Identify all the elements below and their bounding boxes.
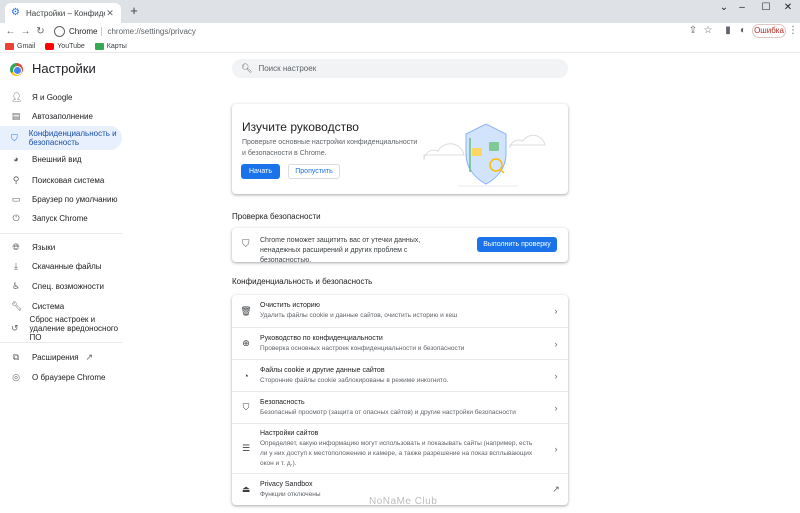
guide-illustration xyxy=(423,123,546,187)
person-icon: 👤︎ xyxy=(11,91,23,102)
trash-icon: 🗑︎ xyxy=(240,305,252,316)
open-in-new-icon: ↗ xyxy=(552,484,560,494)
sidebar-item-extensions[interactable]: ⧉ Расширения ↗ xyxy=(0,350,122,364)
guide-title: Изучите руководство xyxy=(242,120,359,134)
bookmark-star-icon[interactable]: ☆ xyxy=(701,23,715,39)
safety-check-card: ⛉ Chrome поможет защитить вас от утечки … xyxy=(232,228,568,264)
wrench-icon: 🔧︎ xyxy=(11,300,23,311)
page-title: Настройки xyxy=(32,61,96,76)
site-settings-row[interactable]: ☰ Настройки сайтов Определяет, какую инфо… xyxy=(232,423,568,473)
safety-check-text: Chrome поможет защитить вас от утечки да… xyxy=(260,237,421,264)
tab-title: Настройки – Конфиденциальн xyxy=(26,8,105,18)
sidebar-item-accessibility[interactable]: ♿︎ Спец. возможности xyxy=(0,279,122,293)
sidebar-item-appearance[interactable]: ◕ Внешний вид xyxy=(0,152,122,166)
maps-icon xyxy=(94,42,104,50)
shield-icon: ⛉ xyxy=(11,132,18,143)
chevron-right-icon: › xyxy=(554,443,558,454)
clear-browsing-data-row[interactable]: 🗑︎ Очистить историю Удалить файлы cookie … xyxy=(232,295,568,327)
tune-icon: ☰ xyxy=(241,443,251,453)
sidebar-item-on-startup[interactable]: ⏻ Запуск Chrome xyxy=(0,211,122,225)
sidebar-item-reset[interactable]: ↺ Сброс настроек и удаление вредоносного… xyxy=(0,315,122,342)
youtube-icon xyxy=(45,42,55,50)
sidebar-item-privacy[interactable]: ⛉ Конфиденциальность и безопасность xyxy=(0,126,122,150)
bookmarks-bar: Gmail YouTube Карты xyxy=(0,40,800,52)
accessibility-icon: ♿︎ xyxy=(11,280,21,291)
chrome-logo-icon xyxy=(10,63,23,76)
sidebar-item-downloads[interactable]: ⤓ Скачанные файлы xyxy=(0,259,122,273)
bookmark-youtube[interactable]: YouTube xyxy=(45,42,85,50)
search-icon: 🔍︎ xyxy=(241,63,253,73)
error-button[interactable]: Ошибка xyxy=(752,24,786,38)
sidebar-item-system[interactable]: 🔧︎ Система xyxy=(0,299,122,313)
start-guide-button[interactable]: Начать xyxy=(241,164,280,179)
power-icon: ⏻ xyxy=(12,212,20,223)
guide-description: Проверьте основные настройки конфиденциа… xyxy=(242,139,418,157)
privacy-settings-card: 🗑︎ Очистить историю Удалить файлы cookie … xyxy=(232,295,568,505)
security-row[interactable]: ⛉ Безопасность Безопасный просмотр (защит… xyxy=(232,391,568,423)
new-tab-button[interactable]: + xyxy=(127,4,141,18)
flask-icon: ⏏ xyxy=(241,484,251,494)
autofill-icon: ▤ xyxy=(11,110,21,121)
shield-check-icon: ⛉ xyxy=(242,239,250,250)
sidebar-item-about-chrome[interactable]: ◎ О браузере Chrome xyxy=(0,370,122,384)
sidebar-item-languages[interactable]: 🌐︎ Языки xyxy=(0,240,122,254)
tab-strip: ⚙ Настройки – Конфиденциальн ✕ + ⌄ – ☐ ✕ xyxy=(0,0,800,23)
forward-button[interactable]: → xyxy=(18,24,33,39)
sidebar-divider xyxy=(0,342,122,343)
address-divider xyxy=(101,26,103,36)
shield-icon: ⛉ xyxy=(242,402,250,412)
minimize-button[interactable]: – xyxy=(730,0,754,18)
gear-icon: ⚙ xyxy=(11,7,20,18)
window-close-button[interactable]: ✕ xyxy=(776,0,800,18)
maximize-button[interactable]: ☐ xyxy=(754,0,778,18)
chevron-right-icon: › xyxy=(554,402,558,413)
sidebar-item-default-browser[interactable]: ▭ Браузер по умолчанию xyxy=(0,192,122,206)
reload-button[interactable]: ↻ xyxy=(33,24,48,39)
reset-icon: ↺ xyxy=(11,322,19,333)
search-input[interactable] xyxy=(258,64,539,73)
watermark-text: NoNaMe Club xyxy=(369,496,438,507)
profile-icon[interactable]: ◐ xyxy=(736,23,750,39)
skip-guide-button[interactable]: Пропустить xyxy=(288,164,340,179)
puzzle-icon: ⧉ xyxy=(12,351,20,362)
cookie-icon: ◔ xyxy=(243,370,249,381)
toolbar: ← → ↻ Chrome chrome://settings/privacy ⇪… xyxy=(0,23,800,39)
url-text[interactable]: chrome://settings/privacy xyxy=(107,27,195,36)
search-icon: ⚲ xyxy=(12,174,20,185)
sidebar-item-autofill[interactable]: ▤ Автозаполнение xyxy=(0,109,122,123)
gmail-icon xyxy=(5,42,14,50)
sidebar-divider xyxy=(0,233,122,234)
toolbar-divider xyxy=(0,52,800,53)
site-name: Chrome xyxy=(69,26,98,36)
privacy-guide-promo-card: Изучите руководство Проверьте основные н… xyxy=(232,104,568,194)
chevron-right-icon: › xyxy=(554,306,558,316)
download-icon: ⤓ xyxy=(14,260,18,271)
privacy-security-heading: Конфиденциальность и безопасность xyxy=(232,277,373,286)
bookmark-maps[interactable]: Карты xyxy=(94,42,127,50)
sidebar-item-you-and-google[interactable]: 👤︎ Я и Google xyxy=(0,90,122,104)
bookmark-gmail[interactable]: Gmail xyxy=(5,42,35,50)
compass-icon: ⊕ xyxy=(242,338,250,348)
palette-icon: ◕ xyxy=(13,154,19,164)
globe-icon: 🌐︎ xyxy=(12,241,20,252)
privacy-guide-row[interactable]: ⊕ Руководство по конфиденциальности Прове… xyxy=(232,327,568,359)
cookies-row[interactable]: ◔ Файлы cookie и другие данные сайтов Сто… xyxy=(232,359,568,391)
back-button[interactable]: ← xyxy=(3,24,18,39)
sidebar-item-search-engine[interactable]: ⚲ Поисковая система xyxy=(0,173,122,187)
safety-check-heading: Проверка безопасности xyxy=(232,212,321,221)
site-info-icon[interactable] xyxy=(54,25,65,37)
share-icon[interactable]: ⇪ xyxy=(686,23,700,39)
menu-icon[interactable]: ⋮ xyxy=(786,23,800,39)
side-panel-icon[interactable]: ▮ xyxy=(721,23,735,39)
chevron-right-icon: › xyxy=(554,370,558,381)
chevron-right-icon: › xyxy=(554,338,558,349)
address-bar[interactable]: Chrome chrome://settings/privacy xyxy=(52,23,724,39)
tab-settings[interactable]: ⚙ Настройки – Конфиденциальн ✕ xyxy=(5,3,121,23)
search-box[interactable]: 🔍︎ xyxy=(232,59,568,78)
run-safety-check-button[interactable]: Выполнить проверку xyxy=(477,237,557,252)
open-in-new-icon: ↗ xyxy=(85,351,94,362)
browser-icon: ▭ xyxy=(11,193,21,204)
chrome-icon: ◎ xyxy=(12,371,20,382)
tab-close-icon[interactable]: ✕ xyxy=(105,8,115,19)
